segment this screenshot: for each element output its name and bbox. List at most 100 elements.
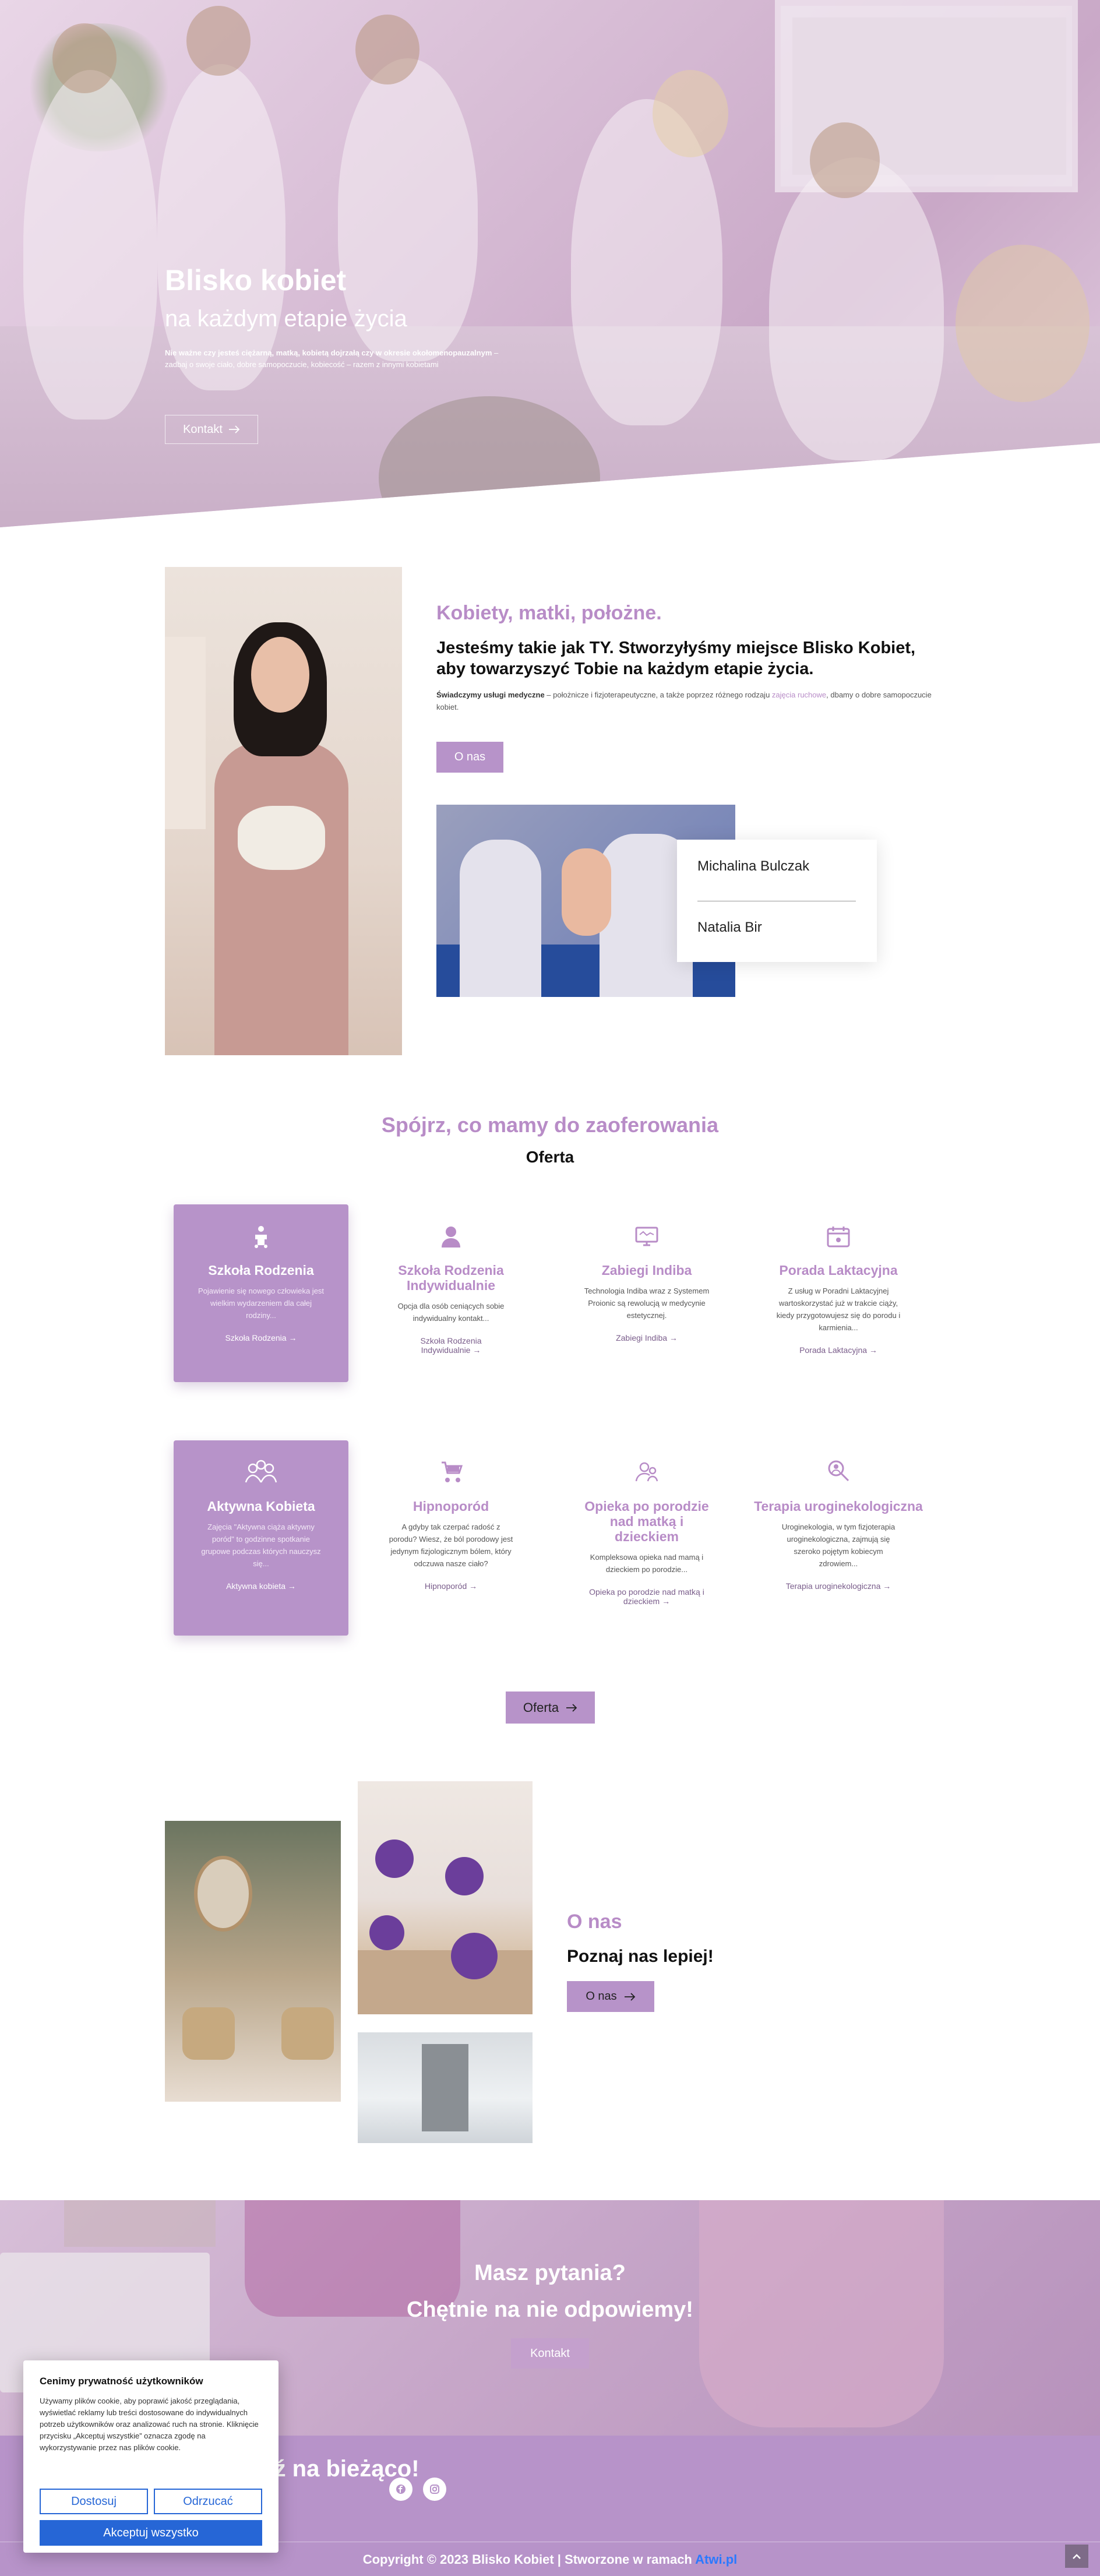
about2-heading: O nas [567,1911,622,1933]
hero-contact-button[interactable]: Kontakt [165,415,258,444]
copyright-text: Copyright © 2023 Blisko Kobiet | Stworzo… [362,2552,696,2567]
offer-button-label: Oferta [523,1700,559,1715]
hero-description: Nie ważne czy jesteś ciężarną, matką, ko… [165,347,520,371]
arrow-right-icon: → [883,1581,891,1591]
offer-card-hipnoporod[interactable]: Hipnoporód A gdyby tak czerpać radość z … [364,1440,538,1636]
instagram-glyph [430,2485,439,2494]
about2-subheading: Poznaj nas lepiej! [567,1947,714,1966]
team-photo-person-1 [460,840,541,997]
offer-card-link-label: Hipnoporód [424,1581,467,1591]
baby-icon [255,1226,267,1248]
gallery-photo-treatment-room [358,2032,533,2143]
device-icon [635,1227,658,1246]
offer-card-title: Opieka po porodzie nad matką i dzieckiem [584,1499,709,1544]
offer-card-title: Szkoła Rodzenia Indywidualnie [398,1263,504,1293]
midwife-photo-face [251,637,309,713]
copyright-brand-link[interactable]: Atwi.pl [695,2552,737,2567]
about2-button-label: O nas [586,1990,617,2003]
contact-banner-heading: Masz pytania? [474,2261,626,2285]
about-subheading: Jesteśmy takie jak TY. Stworzyłyśmy miej… [436,639,916,678]
contact-banner-button[interactable]: Kontakt [511,2338,589,2369]
offer-card-link-label: Szkoła Rodzenia [225,1333,287,1342]
team-member-name: Michalina Bulczak [697,858,810,874]
offer-card-link[interactable]: Hipnoporód → [364,1581,538,1591]
hero-title: Blisko kobiet [165,264,347,297]
gallery-photo-exercise-ball [445,1857,484,1895]
gallery-photo-lounge-mirror [194,1856,252,1932]
cookie-reject-button[interactable]: Odrzucać [154,2489,262,2514]
offer-card-link-label: Terapia uroginekologiczna [785,1581,881,1591]
offer-subheading: Oferta [526,1148,574,1166]
offer-card-title: Hipnoporód [412,1499,489,1514]
offer-card-description: A gdyby tak czerpać radość z porodu? Wie… [389,1523,513,1568]
about-paragraph-link[interactable]: zajęcia ruchowe [772,690,826,699]
cookie-consent-text: Używamy plików cookie, aby poprawić jako… [40,2397,259,2452]
cookie-accept-all-button[interactable]: Akceptuj wszystko [40,2520,262,2546]
contact-banner-shelf [64,2200,216,2247]
offer-card-title: Szkoła Rodzenia [208,1263,314,1278]
offer-card-link-label: Zabiegi Indiba [616,1333,668,1342]
scroll-to-top-button[interactable] [1065,2545,1088,2568]
offer-card-szkola-rodzenia-indywidualnie[interactable]: Szkoła Rodzenia Indywidualnie Opcja dla … [364,1204,538,1382]
arrow-right-icon: → [869,1345,877,1355]
arrow-right-icon [566,1703,577,1712]
cookie-customize-button[interactable]: Dostosuj [40,2489,148,2514]
gallery-photo-lounge [165,1821,341,2102]
midwife-photo-body [214,742,348,1055]
cookie-consent-secondary-actions: Dostosuj Odrzucać [40,2489,262,2514]
cookie-consent-dialog: Cenimy prywatność użytkowników Używamy p… [23,2360,278,2553]
gallery-photo-exercise-ball [451,1933,498,1979]
about-heading: Kobiety, matki, położne. [436,602,662,624]
chevron-up-icon [1073,2554,1081,2559]
search-person-icon [828,1460,849,1482]
hero-subtitle: na każdym etapie życia [165,306,407,332]
arrow-right-icon: → [287,1581,296,1591]
hero-woman-5-head [810,122,880,198]
arrow-right-icon [624,1992,635,2001]
offer-card-porada-laktacyjna[interactable]: Porada Laktacyjna Z usług w Poradni Lakt… [751,1204,926,1382]
midwife-photo-pelvis-model [238,806,325,870]
offer-card-title: Porada Laktacyjna [779,1263,898,1278]
offer-card-description: Kompleksowa opieka nad mamą i dzieckiem … [590,1553,704,1574]
offer-card-link[interactable]: Szkoła Rodzenia → [174,1333,348,1342]
offer-card-title: Aktywna Kobieta [207,1499,315,1514]
hero-woman-2-head [186,6,251,76]
gallery-photo-treatment-room-device [422,2044,468,2131]
hero-woman-5 [769,157,944,460]
offer-card-opieka-po-porodzie[interactable]: Opieka po porodzie nad matką i dzieckiem… [559,1440,734,1636]
offer-card-link[interactable]: Aktywna kobieta → [174,1581,348,1591]
arrow-right-icon: → [288,1333,297,1342]
gallery-photo-exercise [358,1781,533,2014]
arrow-right-icon: → [662,1597,671,1606]
calendar-icon [827,1227,850,1248]
offer-button[interactable]: Oferta [506,1692,595,1724]
about-button[interactable]: O nas [436,742,503,773]
offer-card-link[interactable]: Szkoła Rodzenia Indywidualnie → [407,1336,495,1355]
offer-card-description: Opcja dla osób ceniących sobie indywidua… [397,1302,505,1323]
copyright: Copyright © 2023 Blisko Kobiet | Stworzo… [0,2552,1100,2567]
offer-heading: Spójrz, co mamy do zaoferowania [381,1113,719,1137]
arrow-right-icon [228,425,240,434]
offer-card-link[interactable]: Zabiegi Indiba → [559,1333,734,1342]
about2-button[interactable]: O nas [567,1981,654,2012]
offer-card-aktywna-kobieta[interactable]: Aktywna Kobieta Zajęcia "Aktywna ciąża a… [174,1440,348,1636]
offer-card-link[interactable]: Terapia uroginekologiczna → [751,1581,926,1591]
offer-card-link[interactable]: Porada Laktacyjna → [751,1345,926,1355]
hero-woman-3-head [355,15,419,84]
offer-card-description: Uroginekologia, w tym fizjoterapia urogi… [781,1523,895,1568]
offer-card-description: Pojawienie się nowego człowieka jest wie… [198,1287,325,1320]
hero-contact-button-label: Kontakt [183,422,223,436]
gallery-photo-lounge-chair [182,2007,235,2060]
hero-woman-2 [157,64,285,390]
gallery-photo-exercise-ball [369,1915,404,1950]
instagram-icon[interactable] [423,2478,446,2501]
offer-card-terapia-uroginekologiczna[interactable]: Terapia uroginekologiczna Uroginekologia… [751,1440,926,1636]
facebook-icon[interactable] [389,2478,412,2501]
hero-woman-1 [23,70,157,420]
hero-woman-6-head [956,245,1090,402]
offer-card-zabiegi-indiba[interactable]: Zabiegi Indiba Technologia Indiba wraz z… [559,1204,734,1382]
offer-card-szkola-rodzenia[interactable]: Szkoła Rodzenia Pojawienie się nowego cz… [174,1204,348,1382]
offer-card-title: Terapia uroginekologiczna [754,1499,923,1514]
offer-card-link[interactable]: Opieka po porodzie nad matką i dzieckiem… [588,1587,705,1606]
offer-card-link-label: Aktywna kobieta [226,1581,286,1591]
